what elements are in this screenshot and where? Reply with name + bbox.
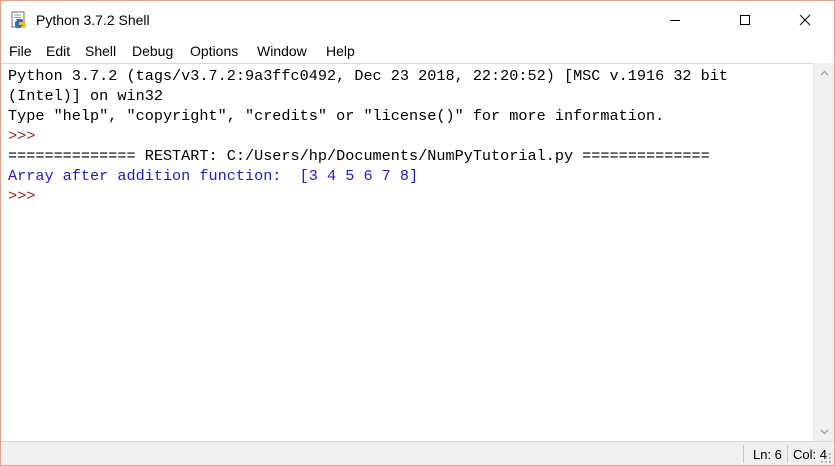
scroll-up-icon xyxy=(820,70,829,75)
scroll-down-button[interactable] xyxy=(814,423,834,440)
vertical-scrollbar[interactable] xyxy=(813,63,834,441)
menu-window[interactable]: Window xyxy=(257,43,307,59)
close-icon xyxy=(799,14,811,26)
menu-file[interactable]: File xyxy=(9,43,32,59)
shell-line-2: (Intel)] on win32 xyxy=(8,87,163,105)
idle-shell-window: Python 3.7.2 Shell File Edit Shell Debug… xyxy=(0,0,835,466)
title-bar[interactable]: Python 3.7.2 Shell xyxy=(1,1,834,39)
window-title: Python 3.7.2 Shell xyxy=(36,12,150,28)
status-separator xyxy=(787,445,788,463)
shell-line-3: Type "help", "copyright", "credits" or "… xyxy=(8,107,665,125)
shell-text-area[interactable]: Python 3.7.2 (tags/v3.7.2:9a3ffc0492, De… xyxy=(1,63,813,442)
menu-options[interactable]: Options xyxy=(190,43,238,59)
maximize-icon xyxy=(740,15,750,25)
menu-debug[interactable]: Debug xyxy=(132,43,173,59)
scroll-up-button[interactable] xyxy=(814,64,834,81)
shell-restart-line: ============== RESTART: C:/Users/hp/Docu… xyxy=(8,147,710,165)
menu-help[interactable]: Help xyxy=(326,43,355,59)
shell-line-1: Python 3.7.2 (tags/v3.7.2:9a3ffc0492, De… xyxy=(8,67,729,85)
close-button[interactable] xyxy=(782,1,828,39)
status-separator xyxy=(743,445,744,463)
shell-prompt-2[interactable]: >>> xyxy=(8,186,44,206)
minimize-icon xyxy=(670,20,680,21)
maximize-button[interactable] xyxy=(722,1,768,39)
menu-bar: File Edit Shell Debug Options Window Hel… xyxy=(1,39,834,63)
python-idle-icon xyxy=(11,11,26,28)
minimize-button[interactable] xyxy=(652,1,698,39)
menu-edit[interactable]: Edit xyxy=(46,43,70,59)
shell-prompt-1: >>> xyxy=(8,127,45,145)
status-bar: Ln: 6 Col: 4 xyxy=(1,441,834,465)
scroll-down-icon xyxy=(820,429,829,434)
status-line: Ln: 6 xyxy=(753,447,782,462)
menu-shell[interactable]: Shell xyxy=(85,43,116,59)
shell-stdout-line: Array after addition function: [3 4 5 6 … xyxy=(8,167,419,185)
resize-grip-icon[interactable] xyxy=(820,452,832,464)
